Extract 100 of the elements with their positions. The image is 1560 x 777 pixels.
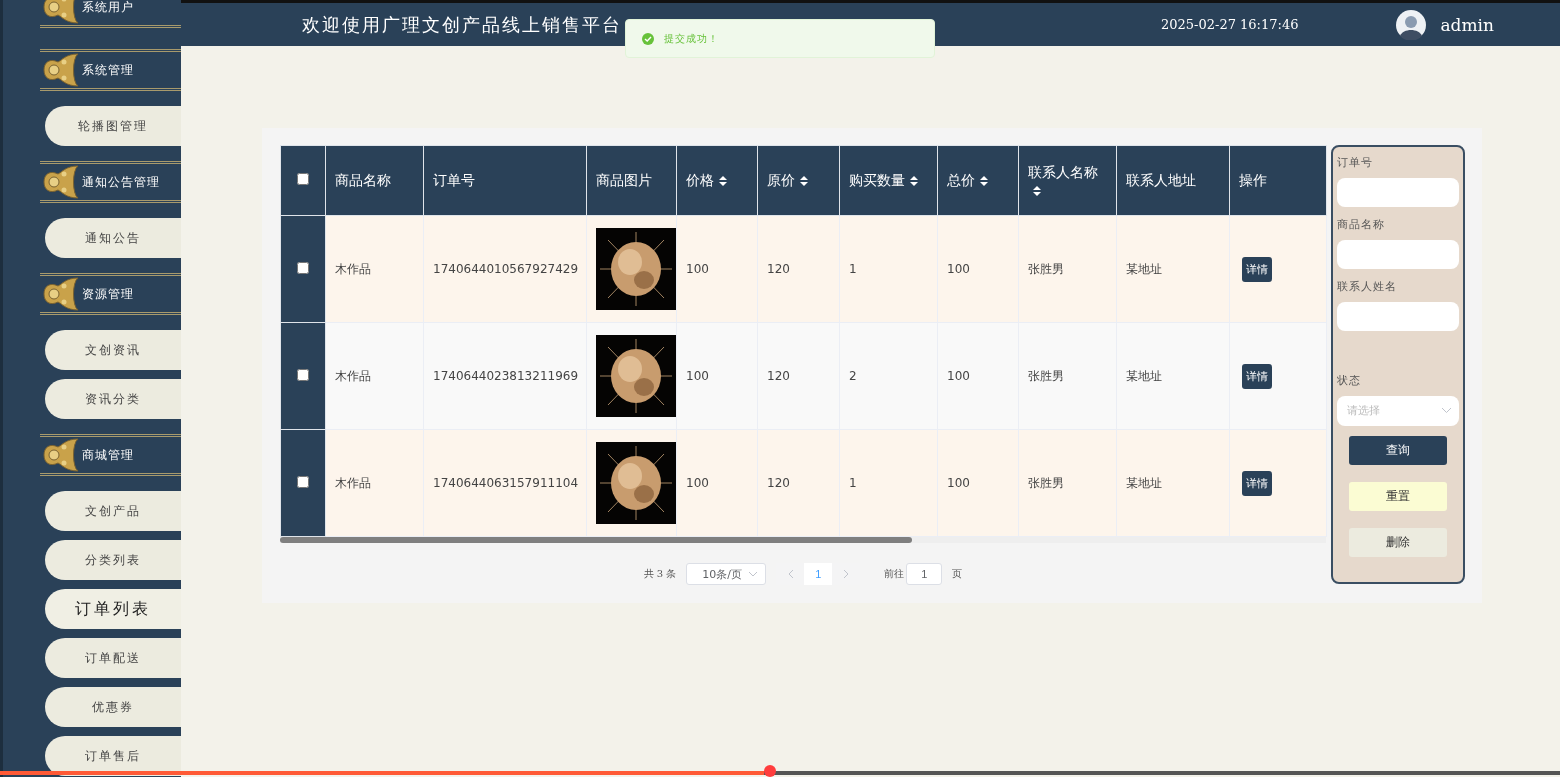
input-field[interactable] bbox=[1337, 302, 1459, 332]
table-cell: 张胜男 bbox=[1018, 322, 1117, 430]
field-label: 订单号 bbox=[1337, 155, 1374, 170]
sidebar-item[interactable]: 分类列表 bbox=[45, 540, 181, 580]
chevron-left-icon bbox=[787, 570, 793, 578]
chevron-down-icon bbox=[749, 571, 758, 577]
input-field[interactable] bbox=[1337, 240, 1459, 270]
avatar-icon[interactable] bbox=[1396, 9, 1427, 40]
table-cell: 张胜男 bbox=[1018, 429, 1117, 537]
video-progress-track[interactable] bbox=[0, 765, 1560, 777]
sidebar-item[interactable]: 轮播图管理 bbox=[45, 106, 181, 146]
sidebar-group-label: 系统管理 bbox=[82, 61, 134, 79]
table-cell: 木作品 bbox=[325, 429, 424, 537]
table-cell: 120 bbox=[757, 215, 840, 323]
toast-message: 提交成功！ bbox=[664, 31, 719, 46]
select-all-checkbox[interactable] bbox=[297, 173, 309, 185]
table-cell: 100 bbox=[676, 322, 758, 430]
table-cell: 某地址 bbox=[1116, 429, 1230, 537]
sidebar-group-label: 商城管理 bbox=[82, 446, 134, 464]
sort-icon[interactable] bbox=[800, 175, 808, 186]
row-checkbox[interactable] bbox=[297, 261, 309, 274]
user-name[interactable]: admin bbox=[1440, 14, 1494, 35]
search-panel-button[interactable]: 重置 bbox=[1349, 481, 1447, 511]
detail-button[interactable]: 详情 bbox=[1242, 256, 1272, 282]
column-label: 操作 bbox=[1239, 171, 1267, 188]
goto-page-field[interactable]: 1 bbox=[906, 563, 943, 585]
table-cell: 1740644063157911104 bbox=[423, 429, 587, 537]
scrollbar-thumb[interactable] bbox=[280, 537, 912, 543]
column-header[interactable]: 联系人名称 bbox=[1018, 145, 1117, 216]
sidebar-group[interactable]: 系统管理 bbox=[40, 49, 181, 91]
horizontal-scrollbar[interactable] bbox=[280, 537, 1326, 543]
column-header[interactable]: 购买数量 bbox=[839, 145, 938, 216]
table-cell: 100 bbox=[937, 322, 1019, 430]
ornament-icon bbox=[40, 437, 80, 473]
table-cell: 1740644023813211969 bbox=[423, 322, 587, 430]
sort-icon[interactable] bbox=[910, 175, 918, 186]
table-cell: 1 bbox=[839, 215, 938, 323]
table-cell: 120 bbox=[757, 322, 840, 430]
table-cell: 1 bbox=[839, 429, 938, 537]
sort-icon[interactable] bbox=[1033, 185, 1041, 196]
sidebar-group-label: 系统用户 bbox=[82, 0, 134, 16]
sidebar-group[interactable]: 资源管理 bbox=[40, 273, 181, 315]
column-header[interactable]: 原价 bbox=[757, 145, 840, 216]
column-header[interactable]: 价格 bbox=[676, 145, 758, 216]
chevron-down-icon bbox=[1442, 408, 1451, 414]
sidebar-item[interactable]: 订单售后 bbox=[45, 736, 181, 776]
row-checkbox[interactable] bbox=[297, 368, 309, 381]
table-cell: 100 bbox=[676, 429, 758, 537]
sidebar-item[interactable]: 文创资讯 bbox=[45, 330, 181, 370]
date-time: 2025-02-27 16:17:46 bbox=[1161, 17, 1299, 32]
chevron-right-icon bbox=[843, 570, 849, 578]
sidebar-group[interactable]: 商城管理 bbox=[40, 434, 181, 476]
check-circle-icon bbox=[642, 32, 654, 45]
input-field[interactable] bbox=[1337, 178, 1459, 208]
sidebar-item[interactable]: 通知公告 bbox=[45, 218, 181, 258]
progress-handle[interactable] bbox=[764, 765, 777, 777]
sidebar-group-label: 资源管理 bbox=[82, 285, 134, 303]
field-label: 联系人姓名 bbox=[1337, 279, 1398, 295]
sidebar-group[interactable]: 系统用户 bbox=[40, 0, 181, 28]
column-label: 商品名称 bbox=[335, 171, 391, 188]
table-cell: 100 bbox=[937, 429, 1019, 537]
goto-label: 前往 bbox=[884, 567, 905, 581]
table-cell: 某地址 bbox=[1116, 322, 1230, 430]
page-suffix: 页 bbox=[952, 567, 963, 581]
column-label: 购买数量 bbox=[849, 171, 905, 188]
search-panel-button[interactable]: 查询 bbox=[1349, 435, 1447, 465]
table-cell: 100 bbox=[937, 215, 1019, 323]
table-cell: 120 bbox=[757, 429, 840, 537]
sidebar-item[interactable]: 订单列表 bbox=[45, 589, 181, 629]
detail-button[interactable]: 详情 bbox=[1242, 470, 1272, 496]
sidebar-item[interactable]: 优惠券 bbox=[45, 687, 181, 727]
column-label: 订单号 bbox=[433, 171, 475, 188]
sidebar-item[interactable]: 订单配送 bbox=[45, 638, 181, 678]
row-checkbox[interactable] bbox=[297, 475, 309, 488]
table-cell: 100 bbox=[676, 215, 758, 323]
column-label: 联系人名称 bbox=[1028, 163, 1098, 180]
table-cell: 2 bbox=[839, 322, 938, 430]
table-cell: 某地址 bbox=[1116, 215, 1230, 323]
total-count: 共 3 条 bbox=[643, 567, 677, 581]
column-label: 商品图片 bbox=[596, 171, 652, 188]
sort-icon[interactable] bbox=[980, 175, 988, 186]
sort-icon[interactable] bbox=[719, 175, 727, 186]
sidebar-item[interactable]: 资讯分类 bbox=[45, 379, 181, 419]
ornament-icon bbox=[40, 52, 80, 88]
search-panel-button[interactable]: 删除 bbox=[1349, 527, 1447, 557]
column-label: 联系人地址 bbox=[1126, 171, 1196, 188]
column-label: 价格 bbox=[686, 171, 714, 188]
ornament-icon bbox=[40, 164, 80, 200]
column-header[interactable]: 总价 bbox=[937, 145, 1019, 216]
field-label: 商品名称 bbox=[1337, 217, 1386, 233]
table-cell: 木作品 bbox=[325, 215, 424, 323]
sidebar-item[interactable]: 文创产品 bbox=[45, 491, 181, 531]
sidebar-group[interactable]: 通知公告管理 bbox=[40, 161, 181, 203]
sidebar-group-label: 通知公告管理 bbox=[82, 173, 160, 191]
column-label: 原价 bbox=[767, 171, 795, 188]
page-size-select[interactable]: 10条/页 bbox=[686, 563, 767, 585]
column-label: 总价 bbox=[947, 171, 975, 188]
table-cell: 木作品 bbox=[325, 322, 424, 430]
page-title: 欢迎使用广理文创产品线上销售平台 bbox=[302, 12, 622, 37]
detail-button[interactable]: 详情 bbox=[1242, 363, 1272, 389]
